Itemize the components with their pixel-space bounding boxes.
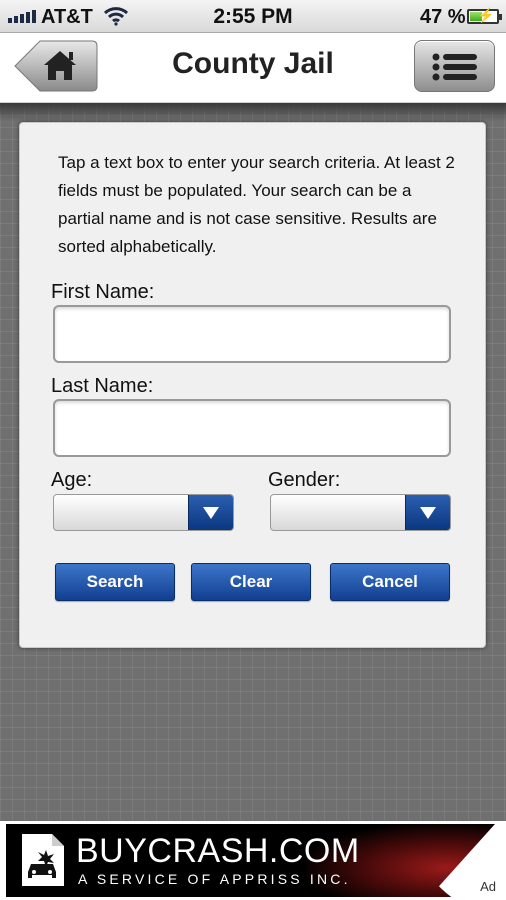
- battery-percent: 47 %: [420, 6, 466, 28]
- last-name-label: Last Name:: [51, 375, 154, 397]
- age-label: Age:: [51, 469, 93, 491]
- gender-dropdown-button[interactable]: [405, 495, 450, 530]
- crash-report-icon: [22, 834, 64, 886]
- ad-brand: BUYCRASH.COM: [76, 832, 360, 870]
- cancel-button[interactable]: Cancel: [330, 563, 450, 601]
- search-button[interactable]: Search: [55, 563, 175, 601]
- search-form-panel: Tap a text box to enter your search crit…: [19, 122, 486, 648]
- gender-select[interactable]: [270, 494, 451, 531]
- ad-banner[interactable]: BUYCRASH.COM A SERVICE OF APPRISS INC. A…: [0, 821, 506, 900]
- ad-tagline: A SERVICE OF APPRISS INC.: [78, 871, 351, 887]
- chevron-down-icon: [203, 507, 219, 519]
- ad-image[interactable]: BUYCRASH.COM A SERVICE OF APPRISS INC.: [6, 824, 500, 897]
- age-dropdown-button[interactable]: [188, 495, 233, 530]
- menu-button[interactable]: [414, 40, 495, 92]
- first-name-label: First Name:: [51, 281, 155, 303]
- battery-icon: ⚡: [467, 8, 502, 24]
- clear-button[interactable]: Clear: [191, 563, 311, 601]
- last-name-input[interactable]: [53, 399, 451, 457]
- chevron-down-icon: [420, 507, 436, 519]
- nav-bar: County Jail: [0, 33, 506, 103]
- status-bar: AT&T 2:55 PM 47 % ⚡: [0, 0, 506, 33]
- search-instructions: Tap a text box to enter your search crit…: [58, 153, 455, 256]
- age-select[interactable]: [53, 494, 234, 531]
- menu-icon: [432, 53, 477, 81]
- gender-label: Gender:: [268, 469, 341, 491]
- ad-label: Ad: [480, 879, 496, 894]
- first-name-input[interactable]: [53, 305, 451, 363]
